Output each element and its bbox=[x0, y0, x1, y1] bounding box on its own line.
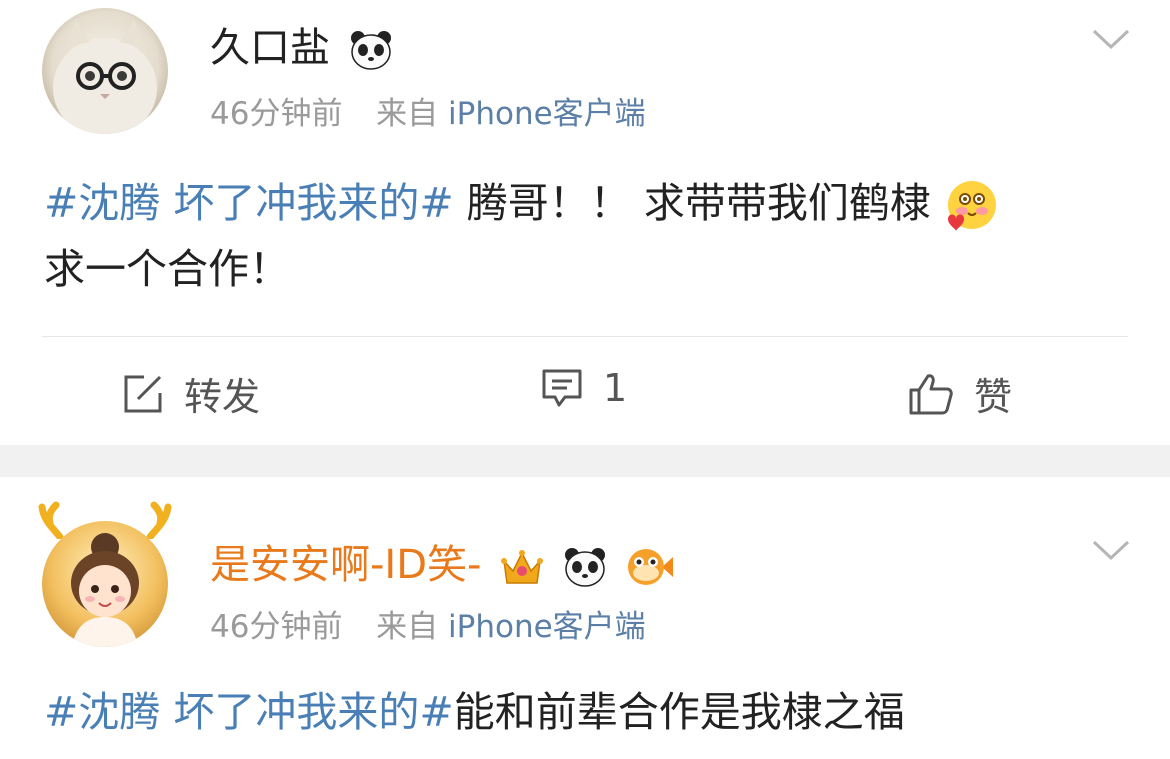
avatar[interactable] bbox=[42, 8, 168, 134]
avatar[interactable] bbox=[42, 521, 168, 647]
source-link[interactable]: iPhone客户端 bbox=[448, 609, 646, 645]
source-prefix: 来自 bbox=[376, 609, 439, 645]
comment-icon bbox=[542, 369, 582, 407]
repost-icon bbox=[124, 375, 162, 412]
like-label: 赞 bbox=[974, 375, 1013, 419]
source-link[interactable]: iPhone客户端 bbox=[448, 96, 646, 132]
pufferfish-icon bbox=[626, 545, 673, 589]
weibo-post: 久口盐 46分钟前 来自 iPhone客户端 #沈腾 坏了冲我来的# 腾哥！！ … bbox=[0, 0, 1170, 445]
post-content: #沈腾 坏了冲我来的# 腾哥！！ 求带带我们鹤棣 求一个合作！ bbox=[44, 170, 1130, 302]
hashtag-link[interactable]: #沈腾 坏了冲我来的# bbox=[44, 179, 454, 227]
comment-button[interactable]: 1 bbox=[541, 366, 627, 410]
username[interactable]: 久口盐 bbox=[210, 24, 393, 72]
chevron-down-icon[interactable] bbox=[1092, 28, 1130, 50]
weibo-post: 是安安啊-ID笑- 46分钟前 来自 iPhone客户端 #沈腾 坏了冲我来的#… bbox=[0, 477, 1170, 759]
watermark-fade bbox=[1000, 689, 1170, 759]
source-prefix: 来自 bbox=[376, 96, 439, 132]
like-button[interactable]: 赞 bbox=[908, 366, 1012, 421]
chevron-down-icon[interactable] bbox=[1092, 539, 1130, 561]
username-text[interactable]: 久口盐 bbox=[210, 25, 330, 71]
post-separator bbox=[0, 445, 1170, 477]
username-text[interactable]: 是安安啊-ID笑- bbox=[210, 542, 481, 588]
content-line: #沈腾 坏了冲我来的# 腾哥！！ 求带带我们鹤棣 bbox=[44, 170, 1130, 236]
content-text: 腾哥！！ 求带带我们鹤棣 bbox=[453, 179, 931, 227]
comment-count: 1 bbox=[603, 366, 628, 410]
repost-button[interactable]: 转发 bbox=[122, 366, 260, 421]
crown-icon bbox=[500, 545, 544, 589]
shy-emoji-icon bbox=[944, 179, 998, 233]
post-content: #沈腾 坏了冲我来的#能和前辈合作是我棣之福 bbox=[44, 679, 1130, 745]
panda-icon bbox=[349, 28, 393, 72]
divider bbox=[42, 336, 1128, 337]
content-text: 能和前辈合作是我棣之福 bbox=[453, 688, 905, 736]
panda-icon bbox=[563, 545, 607, 589]
girl-avatar-image bbox=[42, 521, 168, 647]
thumbs-up-icon bbox=[909, 373, 953, 414]
content-line: 求一个合作！ bbox=[44, 245, 290, 293]
post-meta: 46分钟前 来自 iPhone客户端 bbox=[210, 607, 646, 647]
post-meta: 46分钟前 来自 iPhone客户端 bbox=[210, 94, 646, 134]
post-time: 46分钟前 bbox=[210, 96, 343, 132]
username[interactable]: 是安安啊-ID笑- bbox=[210, 541, 673, 589]
cat-avatar-image bbox=[42, 8, 168, 134]
post-time: 46分钟前 bbox=[210, 609, 343, 645]
repost-label: 转发 bbox=[184, 375, 261, 419]
hashtag-link[interactable]: #沈腾 坏了冲我来的# bbox=[44, 688, 454, 736]
